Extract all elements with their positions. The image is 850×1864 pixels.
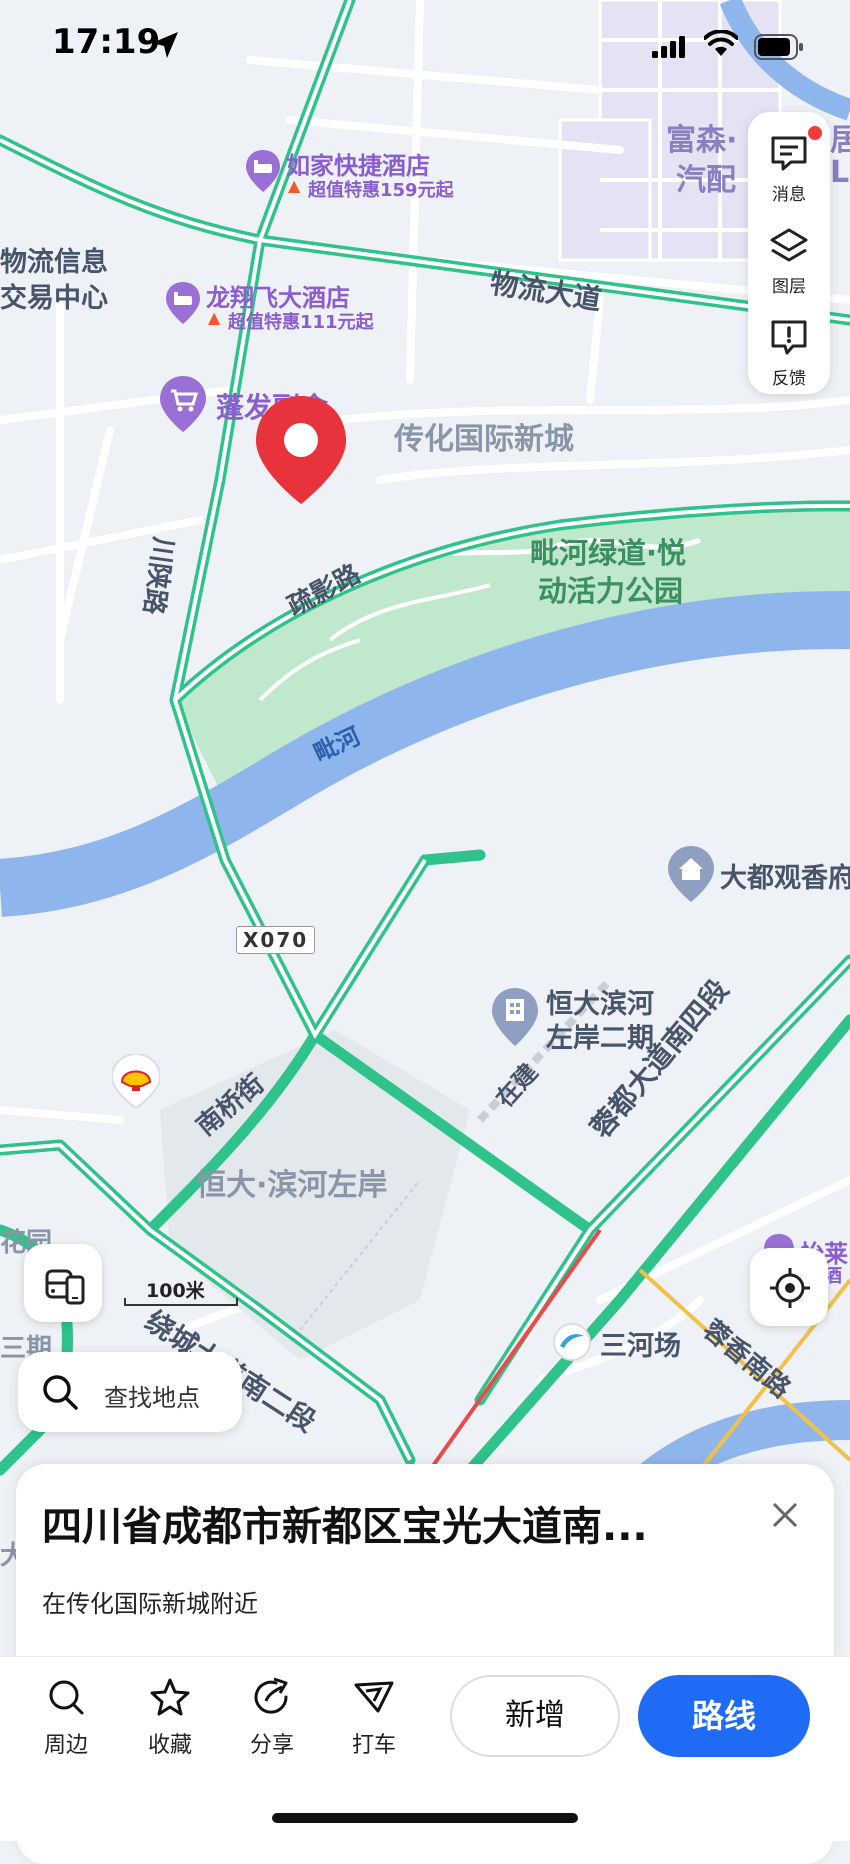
shopping-cart-icon [160,376,206,432]
poi-promo: 超值特惠159元起 [308,180,454,201]
layers-icon [770,228,808,262]
locate-me-button[interactable] [750,1248,828,1326]
fire-icon: ▲ [208,308,221,327]
fire-icon: ▲ [288,176,301,195]
status-bar: 17:19 [0,0,850,96]
layers-label: 图层 [772,277,806,297]
layers-button[interactable]: 图层 [748,216,830,306]
search-placeholder: 查找地点 [104,1384,200,1412]
scale-bar [124,1298,238,1306]
star-icon [150,1678,190,1716]
favorite-button[interactable]: 收藏 [130,1677,210,1767]
home-indicator [272,1813,578,1823]
poi-name: 三河场 [600,1331,681,1362]
area-label-l: L [830,155,850,190]
metro-station-icon [553,1323,591,1361]
map-side-panel: 消息 图层 反馈 [748,112,830,394]
park-label-2: 动活力公园 [538,574,684,608]
place-subtitle: 在传化国际新城附近 [42,1590,258,1618]
gas-station-icon[interactable] [110,1052,162,1112]
close-icon[interactable] [770,1500,800,1530]
hotel-icon [166,282,200,324]
share-label: 分享 [249,1733,294,1758]
feedback-button[interactable]: 反馈 [748,308,830,398]
cellular-signal-icon [652,36,685,58]
area-label-wuliu-info-2: 交易中心 [0,283,108,314]
add-button[interactable]: 新增 [450,1675,620,1757]
taxi-icon [354,1681,394,1713]
residence-icon [492,988,538,1046]
wifi-icon [704,30,738,56]
crosshair-icon [770,1268,810,1308]
location-pin-icon[interactable] [254,394,348,506]
feedback-label: 反馈 [772,369,806,389]
poi-name: 恒大滨河左岸二期 [546,989,654,1054]
search-icon [49,1680,84,1715]
message-unread-dot [806,124,824,142]
battery-icon [754,34,803,60]
favorite-label: 收藏 [147,1733,192,1758]
area-label-wuliu-info-1: 物流信息 [0,247,108,278]
bus-phone-icon [45,1269,85,1305]
location-arrow-icon [152,32,178,58]
place-title: 四川省成都市新都区宝光大道南... [42,1504,648,1550]
taxi-button[interactable]: 打车 [334,1677,414,1767]
poi-name: 大都观香府 [720,863,850,894]
share-icon [254,1677,288,1714]
route-button[interactable]: 路线 [638,1675,810,1757]
search-input[interactable]: 查找地点 [18,1352,242,1432]
hotel-icon [246,150,280,192]
park-label-1: 毗河绿道·悦 [530,536,687,570]
taxi-label: 打车 [351,1733,396,1758]
nearby-button[interactable]: 周边 [26,1677,106,1767]
area-label-chuanhua: 传化国际新城 [394,422,574,457]
status-time: 17:19 [52,22,161,62]
transit-mode-button[interactable] [24,1244,102,1322]
feedback-icon [771,320,807,355]
message-icon [771,136,807,171]
road-label-x070: X070 [236,926,316,954]
bottom-toolbar: 周边 收藏 分享 打车 新增 路线 [0,1656,850,1841]
map-scale: 100米 [124,1276,240,1306]
search-icon [43,1375,78,1410]
area-label-evergrande: 恒大·滨河左岸 [196,1168,388,1203]
share-button[interactable]: 分享 [232,1677,312,1767]
area-label-fusen-1: 富森· [666,123,738,158]
area-label-fusen-2: 汽配 [676,163,736,198]
poi-promo: 超值特惠111元起 [228,312,374,333]
nearby-label: 周边 [43,1733,88,1758]
residence-icon [668,846,714,902]
area-label-ju: 居 [830,123,850,158]
message-label: 消息 [772,185,806,205]
